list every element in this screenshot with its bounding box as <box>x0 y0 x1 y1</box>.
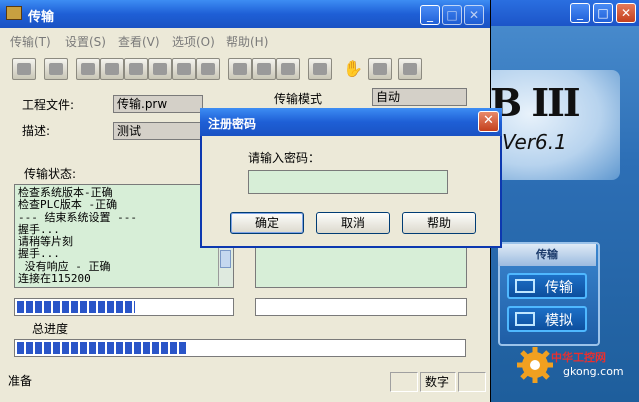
status-bar-mode: 数字 <box>420 372 456 392</box>
toolbar-device-button[interactable] <box>308 58 332 80</box>
bk4-icon <box>201 63 215 75</box>
bg-minimize-button[interactable]: _ <box>570 3 590 23</box>
transfer-b-icon <box>257 63 271 75</box>
bk3-icon <box>177 63 191 75</box>
total-progress-fill <box>17 342 187 354</box>
watermark-name: 中华工控网 <box>551 351 606 364</box>
menu-view[interactable]: 查看(V) <box>118 33 160 50</box>
bg-transfer-button[interactable]: 传输 <box>507 273 587 299</box>
toolbar-hand-button[interactable]: ✋ <box>338 58 363 80</box>
bk-icon <box>129 63 143 75</box>
maximize-button: □ <box>442 5 462 25</box>
cancel-button[interactable]: 取消 <box>316 212 390 234</box>
background-panel-title: 传输 <box>498 244 596 266</box>
transfer-status-label: 传输状态: <box>24 167 77 181</box>
password-input[interactable] <box>248 170 448 194</box>
sys-icon <box>81 63 95 75</box>
toolbar-exit-button[interactable] <box>398 58 422 80</box>
upload-icon <box>17 63 31 75</box>
transfer-mode-field: 自动 <box>372 88 467 106</box>
background-version-text: Ver6.1 <box>502 130 567 154</box>
status-log-line: 检查PLC版本 -正确 <box>18 198 118 212</box>
toolbar-download-button[interactable] <box>44 58 68 80</box>
file-progress-bar <box>14 298 234 316</box>
status-log-line: 握手... <box>18 247 60 261</box>
hand-icon: ✋ <box>343 59 363 78</box>
minimize-button[interactable]: _ <box>420 5 440 25</box>
bg-simulate-button-label: 模拟 <box>545 313 573 329</box>
toolbar-transfer-c-button[interactable] <box>276 58 300 80</box>
simulate-icon <box>515 312 535 326</box>
toolbar-upload-button[interactable] <box>12 58 36 80</box>
close-icon: ✕ <box>483 113 494 128</box>
secondary-progress-bar <box>255 298 467 316</box>
dialog-title: 注册密码 <box>208 117 257 131</box>
transfer-c-icon <box>281 63 295 75</box>
scrollbar-thumb[interactable] <box>220 250 231 268</box>
description-label: 描述: <box>22 124 51 138</box>
bg-close-button[interactable]: ✕ <box>616 3 636 23</box>
dialog-close-button[interactable]: ✕ <box>478 111 499 132</box>
watermark-url: gkong.com <box>563 365 624 378</box>
toolbar-bk-button[interactable] <box>124 58 148 80</box>
password-prompt: 请输入密码： <box>248 151 321 165</box>
toolbar-transfer-b-button[interactable] <box>252 58 276 80</box>
background-logo-text: B III <box>490 80 581 125</box>
detail-log <box>255 244 467 288</box>
watermark: 中华工控网 gkong.com <box>515 345 635 385</box>
status-bar-message: 准备 <box>8 374 33 388</box>
menu-transfer[interactable]: 传输(T) <box>10 33 51 50</box>
menu-options[interactable]: 选项(O) <box>172 33 215 50</box>
toolbar-transfer-a-button[interactable] <box>228 58 252 80</box>
status-log-line: 连接在115200 <box>18 272 91 286</box>
toolbar-sys2-button[interactable] <box>100 58 124 80</box>
window-title: 传输 <box>28 10 55 25</box>
help-icon <box>373 63 387 75</box>
download-icon <box>49 63 63 75</box>
total-progress-bar <box>14 339 466 357</box>
project-file-field: 传输.prw <box>113 95 203 113</box>
ok-button[interactable]: 确定 <box>230 212 304 234</box>
bg-simulate-button[interactable]: 模拟 <box>507 306 587 332</box>
toolbar-bk2-button[interactable] <box>148 58 172 80</box>
close-button: ✕ <box>464 5 484 25</box>
file-progress-fill <box>17 301 135 313</box>
sys2-icon <box>105 63 119 75</box>
app-icon <box>6 6 22 20</box>
bk2-icon <box>153 63 167 75</box>
gear-logo-icon <box>517 347 553 383</box>
bg-transfer-button-label: 传输 <box>545 280 573 296</box>
toolbar-sys-button[interactable] <box>76 58 100 80</box>
total-progress-label: 总进度 <box>32 322 69 336</box>
transfer-icon <box>515 279 535 293</box>
bg-maximize-button[interactable]: □ <box>593 3 613 23</box>
device-icon <box>313 63 327 75</box>
status-bar-cell <box>390 372 418 392</box>
menu-help[interactable]: 帮助(H) <box>226 33 268 50</box>
toolbar-help-button[interactable] <box>368 58 392 80</box>
project-file-label: 工程文件: <box>22 98 75 112</box>
transfer-a-icon <box>233 63 247 75</box>
status-log-scrollbar[interactable] <box>218 244 233 286</box>
toolbar-bk4-button[interactable] <box>196 58 220 80</box>
exit-icon <box>403 63 417 75</box>
menu-settings[interactable]: 设置(S) <box>65 33 106 50</box>
dialog-help-button[interactable]: 帮助 <box>402 212 476 234</box>
transfer-window-titlebar <box>0 0 490 28</box>
toolbar-bk3-button[interactable] <box>172 58 196 80</box>
transfer-mode-label: 传输模式 <box>274 92 323 106</box>
description-field: 测试 <box>113 122 203 140</box>
status-bar-cell <box>458 372 486 392</box>
